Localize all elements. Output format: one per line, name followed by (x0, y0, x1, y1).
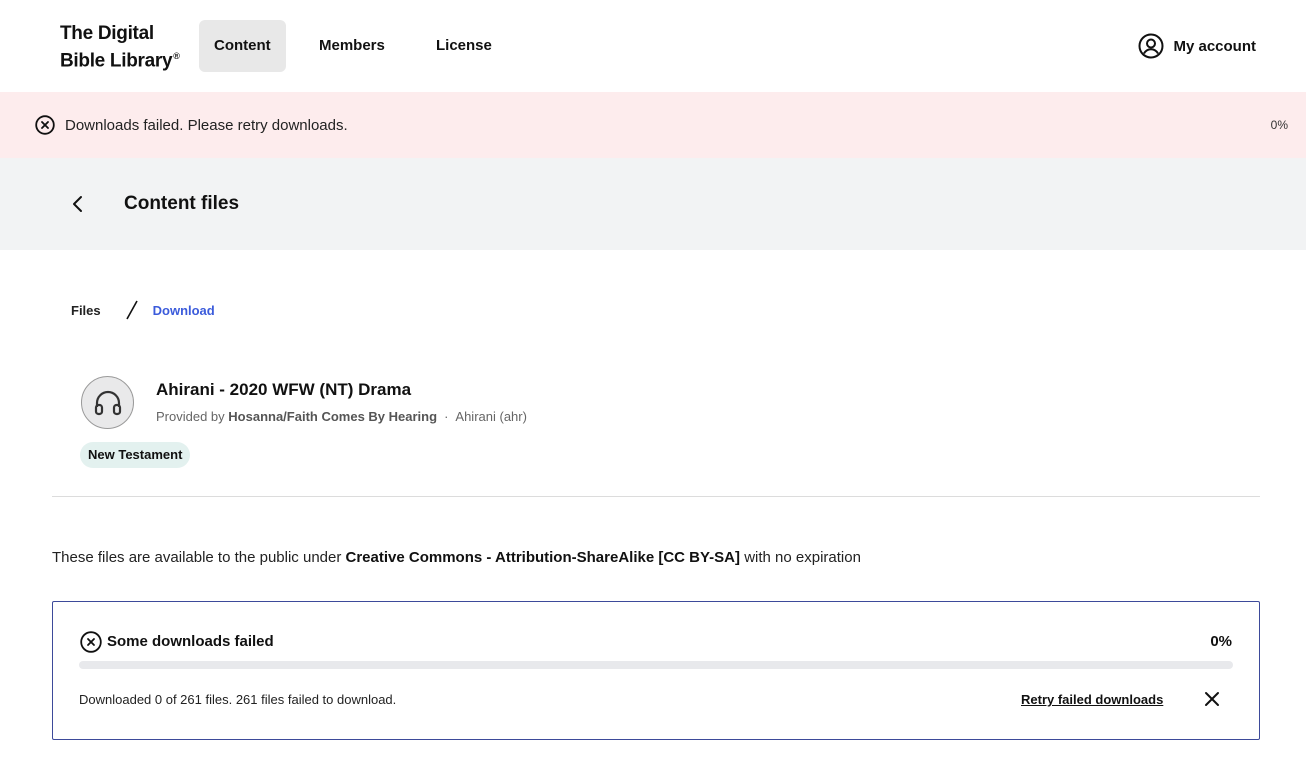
chevron-left-icon[interactable] (66, 192, 90, 216)
divider (52, 496, 1260, 497)
error-circle-x-icon (80, 631, 102, 653)
page-title: Content files (124, 193, 240, 214)
item-title: Ahirani - 2020 WFW (NT) Drama (156, 380, 412, 399)
item-meta: Provided by Hosanna/Faith Comes By Heari… (156, 409, 527, 425)
slash-separator-icon (125, 300, 138, 320)
license-prefix: These files are available to the public … (52, 549, 342, 566)
breadcrumb-files[interactable]: Files (71, 303, 101, 318)
top-navigation: The Digital Bible Library® Content Membe… (0, 0, 1306, 92)
download-status-text: Downloaded 0 of 261 files. 261 files fai… (79, 692, 397, 707)
logo-line-2: Bible Library (60, 50, 173, 72)
error-banner: Downloads failed. Please retry downloads… (0, 92, 1306, 158)
my-account-label: My account (1173, 37, 1256, 55)
headphones-icon (94, 390, 121, 415)
download-status-title: Some downloads failed (107, 633, 274, 650)
download-progress-bar (79, 661, 1233, 669)
meta-separator: · (444, 409, 449, 424)
logo-registered-mark: ® (173, 51, 180, 61)
provided-by-prefix: Provided by (156, 409, 225, 424)
my-account-button[interactable]: My account (1138, 31, 1256, 61)
item-avatar (81, 376, 134, 429)
license-name: Creative Commons - Attribution-ShareAlik… (345, 549, 741, 566)
retry-failed-downloads-button[interactable]: Retry failed downloads (1021, 691, 1163, 709)
breadcrumb: Files Download (71, 298, 215, 322)
logo[interactable]: The Digital Bible Library® (60, 23, 180, 72)
license-statement: These files are available to the public … (52, 548, 861, 568)
nav-members[interactable]: Members (304, 20, 400, 72)
nav-content[interactable]: Content (199, 20, 286, 72)
banner-message: Downloads failed. Please retry downloads… (65, 117, 348, 134)
nav-license[interactable]: License (421, 20, 507, 72)
user-circle-icon (1138, 33, 1164, 59)
item-language: Ahirani (ahr) (455, 409, 527, 424)
breadcrumb-download[interactable]: Download (153, 303, 215, 318)
banner-percent: 0% (1270, 118, 1288, 132)
download-status-panel: Some downloads failed 0% Downloaded 0 of… (52, 601, 1260, 740)
provider-name: Hosanna/Faith Comes By Hearing (228, 409, 438, 424)
logo-line-1: The Digital (60, 23, 154, 44)
testament-tag: New Testament (80, 442, 191, 468)
close-icon[interactable] (1202, 689, 1222, 709)
download-percent: 0% (1210, 633, 1232, 650)
error-circle-x-icon (35, 115, 55, 135)
page-header: Content files (0, 158, 1306, 250)
license-suffix: with no expiration (744, 549, 861, 566)
